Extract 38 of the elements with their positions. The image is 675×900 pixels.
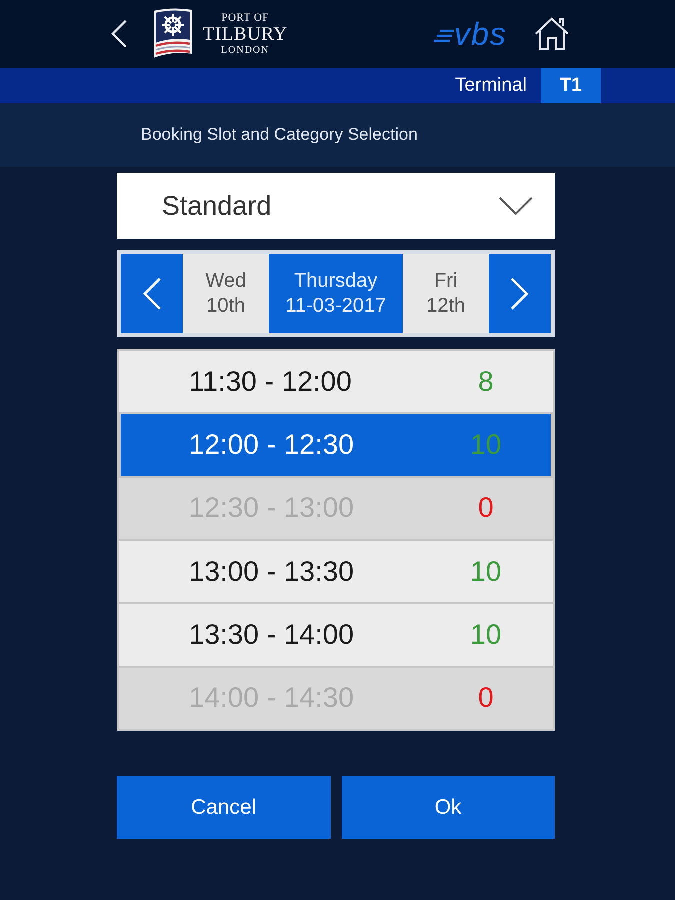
time-slot-row[interactable]: 13:30 - 14:00 10 [119,604,553,666]
day-tab[interactable]: Fri 12th [403,254,489,333]
slot-count: 8 [477,366,495,398]
previous-day-button[interactable] [121,254,183,333]
day-tab[interactable]: Wed 10th [183,254,269,333]
slot-time: 11:30 - 12:00 [189,366,353,398]
page-title: Booking Slot and Category Selection [141,125,418,145]
brand-logo-text: vbs [454,18,507,50]
slot-time: 12:00 - 12:30 [189,428,356,461]
terminal-label: Terminal [455,74,527,98]
slot-count: 10 [469,618,503,651]
speed-lines-icon [434,29,454,43]
chevron-right-icon [511,278,529,310]
time-slot-row[interactable]: 11:30 - 12:00 8 [119,351,553,412]
time-slot-row[interactable]: 13:00 - 13:30 10 [119,540,553,602]
chevron-left-icon [143,278,161,310]
logo-text: LONDON [221,44,270,56]
chevron-down-icon [499,197,533,215]
logo-text: PORT OF [222,12,270,24]
slot-count: 0 [477,682,495,714]
home-icon [534,17,570,51]
slot-count: 0 [477,492,495,524]
back-button[interactable] [110,20,128,48]
time-slot-row[interactable]: 12:00 - 12:30 10 [121,414,551,476]
slot-time: 13:30 - 14:00 [189,618,356,651]
logo-text: TILBURY [203,24,288,44]
home-button[interactable] [534,17,570,51]
cancel-button[interactable]: Cancel [117,776,330,839]
slot-count: 10 [469,556,503,588]
next-day-button[interactable] [489,254,551,333]
category-dropdown[interactable]: Standard [117,173,555,239]
slot-time: 13:00 - 13:30 [189,556,356,588]
terminal-badge: T1 [541,68,601,103]
slot-count: 10 [469,428,503,461]
ok-button[interactable]: Ok [342,776,555,839]
flag-logo-icon [153,7,193,61]
day-tab[interactable]: Thursday 11-03-2017 [269,254,403,333]
back-icon [110,20,128,48]
